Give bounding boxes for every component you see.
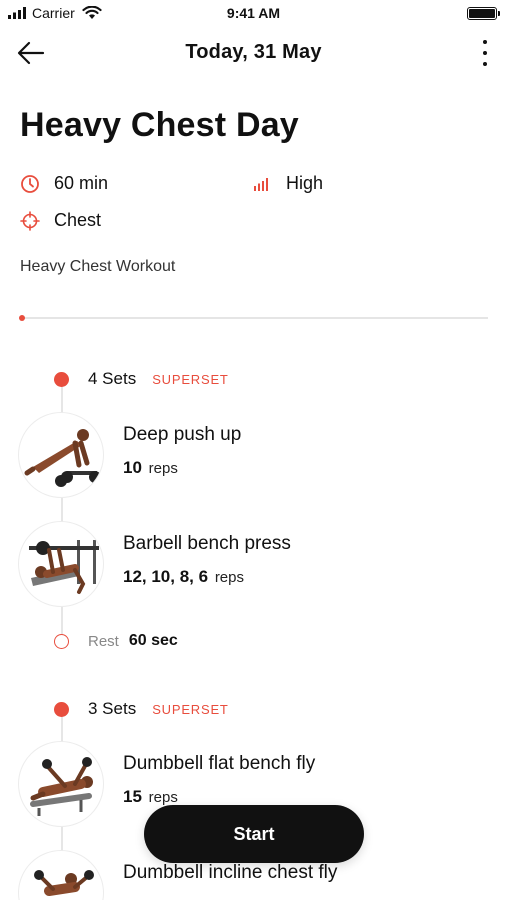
duration-meta: 60 min	[20, 173, 108, 194]
start-button[interactable]: Start	[144, 805, 364, 863]
muscle-value: Chest	[54, 210, 102, 230]
reps-value: 12, 10, 8, 6	[123, 567, 209, 586]
status-bar: Carrier 9:41 AM	[0, 0, 507, 26]
nav-bar: Today, 31 May	[0, 30, 507, 76]
incline-fly-figure-icon	[34, 870, 94, 896]
more-vertical-icon-dot	[483, 62, 487, 66]
exercise-thumbnail	[18, 850, 104, 900]
reps-unit: reps	[148, 789, 178, 806]
reps-value: 10	[123, 458, 142, 477]
exercise-reps: 10 reps	[123, 458, 178, 478]
more-vertical-icon-dot	[483, 51, 487, 55]
reps-unit: reps	[148, 460, 178, 477]
workout-title: Heavy Chest Day	[20, 106, 299, 144]
rest-duration: 60 sec	[128, 632, 178, 649]
battery-icon	[467, 7, 500, 20]
more-button[interactable]	[481, 40, 489, 66]
exercise-thumbnail	[18, 741, 104, 827]
set-marker-dot	[54, 701, 69, 717]
set-group-header: 4 Sets SUPERSET	[54, 369, 229, 389]
dumbbell-fly-figure-icon	[30, 757, 93, 816]
superset-tag: SUPERSET	[152, 701, 229, 717]
rest-label: Rest	[88, 632, 119, 650]
exercise-name: Barbell bench press	[123, 533, 291, 554]
workout-description: Heavy Chest Workout	[20, 258, 176, 275]
exercise-thumbnail	[18, 412, 104, 498]
set-group-header: 3 Sets SUPERSET	[54, 699, 229, 719]
superset-tag: SUPERSET	[152, 371, 229, 387]
muscle-meta: Chest	[20, 210, 101, 231]
progress-indicator	[19, 315, 25, 321]
target-icon	[20, 210, 40, 231]
more-vertical-icon	[483, 40, 487, 44]
exercise-name: Dumbbell flat bench fly	[123, 753, 316, 774]
exercise-thumbnail	[18, 521, 104, 607]
exercise-reps: 15 reps	[123, 787, 178, 807]
rest-marker-ring	[54, 633, 69, 649]
reps-value: 15	[123, 787, 142, 806]
reps-unit: reps	[214, 569, 244, 586]
rest-row: Rest 60 sec	[54, 632, 178, 650]
intensity-meta: High	[252, 173, 323, 194]
page-title: Today, 31 May	[185, 41, 322, 63]
set-marker-dot	[54, 371, 69, 387]
bench-press-figure-icon	[29, 540, 99, 594]
exercise-reps: 12, 10, 8, 6 reps	[123, 567, 244, 587]
intensity-value: High	[286, 173, 324, 193]
intensity-bars-icon	[254, 177, 268, 191]
battery-fill	[469, 9, 495, 18]
set-count: 4 Sets	[88, 369, 137, 388]
exercise-name: Dumbbell incline chest fly	[123, 862, 338, 883]
status-time: 9:41 AM	[226, 5, 281, 21]
set-count: 3 Sets	[88, 699, 137, 718]
exercise-name: Deep push up	[123, 424, 242, 445]
duration-value: 60 min	[54, 173, 109, 193]
push-up-figure-icon	[24, 429, 101, 487]
workout-progress-bar	[19, 315, 488, 321]
clock-icon	[21, 174, 39, 193]
exercise-item[interactable]: Deep push up 10 reps	[18, 412, 488, 502]
exercise-item[interactable]: Barbell bench press 12, 10, 8, 6 reps	[18, 521, 488, 611]
